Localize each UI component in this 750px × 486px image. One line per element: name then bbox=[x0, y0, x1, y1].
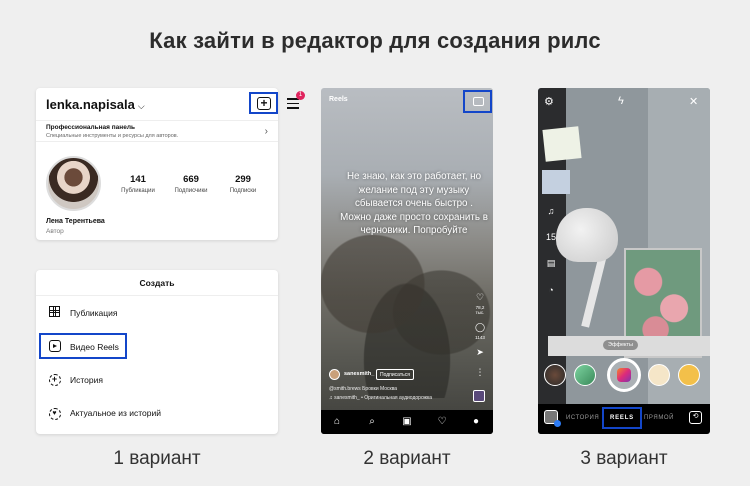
hamburger-menu-icon[interactable] bbox=[287, 98, 299, 112]
create-menu-title: Создать bbox=[36, 270, 278, 296]
layout-icon[interactable]: ▤ bbox=[544, 258, 558, 269]
reels-nav-icon[interactable]: ▣ bbox=[400, 416, 414, 428]
pro-panel-title: Профессиональная панель bbox=[46, 124, 135, 131]
notification-badge: 1 bbox=[296, 91, 305, 100]
camera-icon bbox=[473, 97, 484, 106]
effect-thumbnail[interactable] bbox=[648, 364, 670, 386]
stat-label: Публикации bbox=[121, 188, 155, 194]
effects-label[interactable]: Эффекты bbox=[603, 340, 639, 350]
create-button-highlight[interactable]: + bbox=[249, 92, 278, 114]
effect-thumbnail[interactable] bbox=[574, 364, 596, 386]
highlight-heart-icon: ♥ bbox=[48, 406, 61, 420]
reels-shutter-icon bbox=[617, 368, 631, 382]
mode-story[interactable]: ИСТОРИЯ bbox=[566, 415, 599, 421]
home-icon[interactable]: ⌂ bbox=[330, 416, 344, 428]
grid-icon bbox=[48, 306, 61, 319]
heart-nav-icon[interactable]: ♡ bbox=[435, 416, 449, 428]
stat-posts[interactable]: 141 Публикации bbox=[114, 174, 162, 194]
create-item-label: Актуальное из историй bbox=[70, 408, 162, 418]
username: lenka.napisala bbox=[46, 97, 135, 112]
create-item-reels[interactable]: Видео Reels bbox=[46, 335, 266, 359]
story-plus-icon: + bbox=[48, 373, 61, 386]
reels-feed-screen: Reels Не знаю, как это работает, но жела… bbox=[321, 88, 493, 434]
create-menu: Создать Публикация Видео Reels + История… bbox=[36, 270, 278, 434]
reel-description: @smith.brews Бровки Москва bbox=[329, 386, 398, 392]
stat-value: 669 bbox=[183, 174, 199, 185]
effect-thumbnail[interactable] bbox=[544, 364, 566, 386]
stat-following[interactable]: 299 Подписки bbox=[220, 174, 266, 194]
profile-nav-icon[interactable]: ● bbox=[469, 416, 483, 428]
create-item-post[interactable]: Публикация bbox=[46, 301, 266, 325]
subscribe-button[interactable]: Подписаться bbox=[376, 369, 414, 380]
chevron-down-icon: ⌵ bbox=[137, 101, 145, 111]
comment-count: 1143 bbox=[475, 335, 485, 340]
camera-tools: ♫ 15 ▤ ◔ bbox=[544, 206, 558, 311]
settings-gear-icon[interactable]: ⚙ bbox=[544, 95, 554, 108]
postcard-image bbox=[542, 170, 570, 194]
camera-button-highlight[interactable] bbox=[463, 90, 492, 113]
flash-off-icon[interactable]: ϟ bbox=[618, 95, 624, 107]
stat-label: Подписки bbox=[229, 188, 257, 194]
mode-live[interactable]: ПРЯМОЙ bbox=[644, 415, 674, 421]
timer-length[interactable]: 15 bbox=[544, 232, 558, 242]
profile-card: lenka.napisala ⌵ + 1 Профессиональная пан… bbox=[36, 88, 305, 240]
lamp-image bbox=[556, 208, 618, 262]
caption-variant-2: 2 вариант bbox=[363, 448, 451, 469]
profile-role: Автор bbox=[46, 228, 64, 235]
speed-icon[interactable]: ◔ bbox=[544, 285, 558, 295]
author-name[interactable]: sanesmith_ bbox=[344, 371, 374, 377]
stat-value: 141 bbox=[130, 174, 146, 185]
professional-panel[interactable]: Профессиональная панель Специальные инст… bbox=[36, 120, 278, 142]
reels-header: Reels bbox=[329, 96, 348, 103]
postcard-image bbox=[542, 126, 582, 162]
stat-followers[interactable]: 669 Подписчики bbox=[166, 174, 216, 194]
gallery-thumbnail[interactable] bbox=[544, 410, 561, 427]
page-title: Как зайти в редактор для создания рилс bbox=[149, 28, 601, 53]
username-switcher[interactable]: lenka.napisala ⌵ bbox=[46, 97, 145, 112]
send-icon[interactable]: ➤ bbox=[473, 347, 487, 358]
stat-value: 299 bbox=[235, 174, 251, 185]
add-dot-icon bbox=[554, 420, 561, 427]
bottom-nav: ⌂ ⌕ ▣ ♡ ● bbox=[321, 410, 493, 434]
create-item-story[interactable]: + История bbox=[46, 368, 266, 392]
plus-square-icon: + bbox=[257, 97, 271, 110]
video-overlay-text: Не знаю, как это работает, но желание по… bbox=[340, 171, 488, 236]
music-note-icon[interactable]: ♫ bbox=[544, 206, 558, 216]
music-thumbnail[interactable] bbox=[473, 390, 485, 402]
chevron-right-icon: › bbox=[264, 126, 268, 137]
effect-thumbnail[interactable] bbox=[678, 364, 700, 386]
reels-icon bbox=[48, 340, 61, 353]
author-avatar[interactable] bbox=[329, 369, 340, 380]
profile-name: Лена Терентьева bbox=[46, 218, 105, 225]
comment-icon[interactable]: ◯ bbox=[473, 322, 487, 333]
avatar[interactable] bbox=[46, 156, 101, 211]
create-item-highlight[interactable]: ♥ Актуальное из историй bbox=[46, 401, 266, 425]
caption-variant-1: 1 вариант bbox=[113, 448, 201, 469]
heart-icon[interactable]: ♡ bbox=[473, 292, 487, 303]
camera-screen: ⚙ ϟ ✕ ♫ 15 ▤ ◔ Эффекты ИСТОРИЯ REELS ПРЯ… bbox=[538, 88, 710, 434]
record-button[interactable] bbox=[607, 358, 641, 392]
caption-variant-3: 3 вариант bbox=[580, 448, 668, 469]
like-count: 78,2 тыс. bbox=[475, 305, 485, 315]
close-icon[interactable]: ✕ bbox=[689, 95, 698, 108]
create-item-label: Видео Reels bbox=[70, 342, 119, 352]
mode-reels[interactable]: REELS bbox=[602, 407, 642, 429]
flip-camera-icon[interactable]: ⟲ bbox=[689, 411, 702, 424]
create-item-label: История bbox=[70, 375, 103, 385]
search-icon[interactable]: ⌕ bbox=[365, 416, 379, 428]
stat-label: Подписчики bbox=[174, 188, 208, 194]
camera-mode-bar: ИСТОРИЯ REELS ПРЯМОЙ ⟲ bbox=[538, 404, 710, 434]
reel-author: sanesmith_ Подписаться bbox=[329, 369, 479, 381]
create-item-label: Публикация bbox=[70, 308, 118, 318]
reel-music[interactable]: ♫ sanesmith_ • Оригинальная аудиодорожка bbox=[329, 395, 432, 401]
pro-panel-subtitle: Специальные инструменты и ресурсы для ав… bbox=[46, 133, 179, 139]
